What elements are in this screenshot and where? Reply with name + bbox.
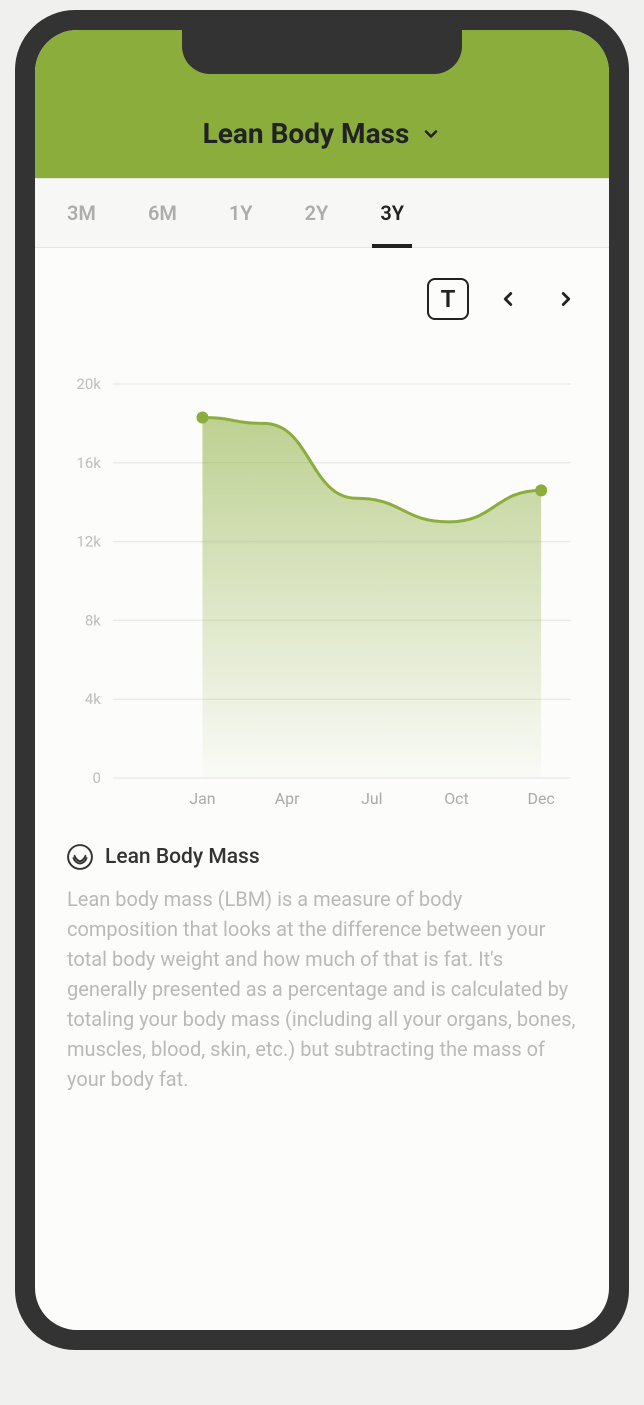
range-tabs: 3M 6M 1Y 2Y 3Y	[35, 178, 609, 248]
description-title: Lean Body Mass	[105, 845, 260, 869]
chart-toolbar: T	[35, 248, 609, 320]
tab-2y[interactable]: 2Y	[279, 179, 355, 247]
page-title: Lean Body Mass	[203, 117, 410, 150]
tab-1y[interactable]: 1Y	[203, 179, 279, 247]
svg-text:12k: 12k	[76, 533, 101, 551]
svg-text:4k: 4k	[85, 690, 101, 708]
chart-nav	[497, 288, 577, 310]
svg-text:Dec: Dec	[528, 789, 555, 808]
chevron-right-icon[interactable]	[555, 288, 577, 310]
description-section: Lean Body Mass Lean body mass (LBM) is a…	[35, 816, 609, 1094]
svg-text:16k: 16k	[76, 454, 101, 472]
chevron-left-icon[interactable]	[497, 288, 519, 310]
area-chart: 0 4k 8k 12k 16k 20k Jan Apr Jul Oct Dec	[63, 376, 581, 816]
svg-text:20k: 20k	[76, 376, 101, 393]
mode-toggle-button[interactable]: T	[427, 278, 469, 320]
chart-area: 0 4k 8k 12k 16k 20k Jan Apr Jul Oct Dec	[35, 320, 609, 816]
chevron-down-icon	[421, 124, 441, 144]
svg-text:Oct: Oct	[444, 789, 468, 808]
svg-text:8k: 8k	[85, 611, 101, 629]
hands-cup-icon	[67, 844, 93, 870]
svg-text:Jan: Jan	[189, 789, 215, 808]
screen: Lean Body Mass 3M 6M 1Y 2Y 3Y T 0 4k 8k 12k…	[35, 30, 609, 1330]
tab-3m[interactable]: 3M	[41, 179, 122, 247]
description-body: Lean body mass (LBM) is a measure of bod…	[67, 884, 577, 1094]
description-header: Lean Body Mass	[67, 844, 577, 870]
svg-text:0: 0	[92, 769, 100, 787]
tab-6m[interactable]: 6M	[122, 179, 203, 247]
phone-notch	[182, 28, 462, 74]
mode-toggle-label: T	[441, 285, 456, 313]
svg-text:Jul: Jul	[361, 789, 382, 808]
svg-text:Apr: Apr	[275, 789, 300, 808]
phone-frame: Lean Body Mass 3M 6M 1Y 2Y 3Y T 0 4k 8k 12k…	[15, 10, 629, 1350]
tab-3y[interactable]: 3Y	[354, 179, 430, 247]
metric-selector[interactable]: Lean Body Mass	[203, 117, 442, 150]
